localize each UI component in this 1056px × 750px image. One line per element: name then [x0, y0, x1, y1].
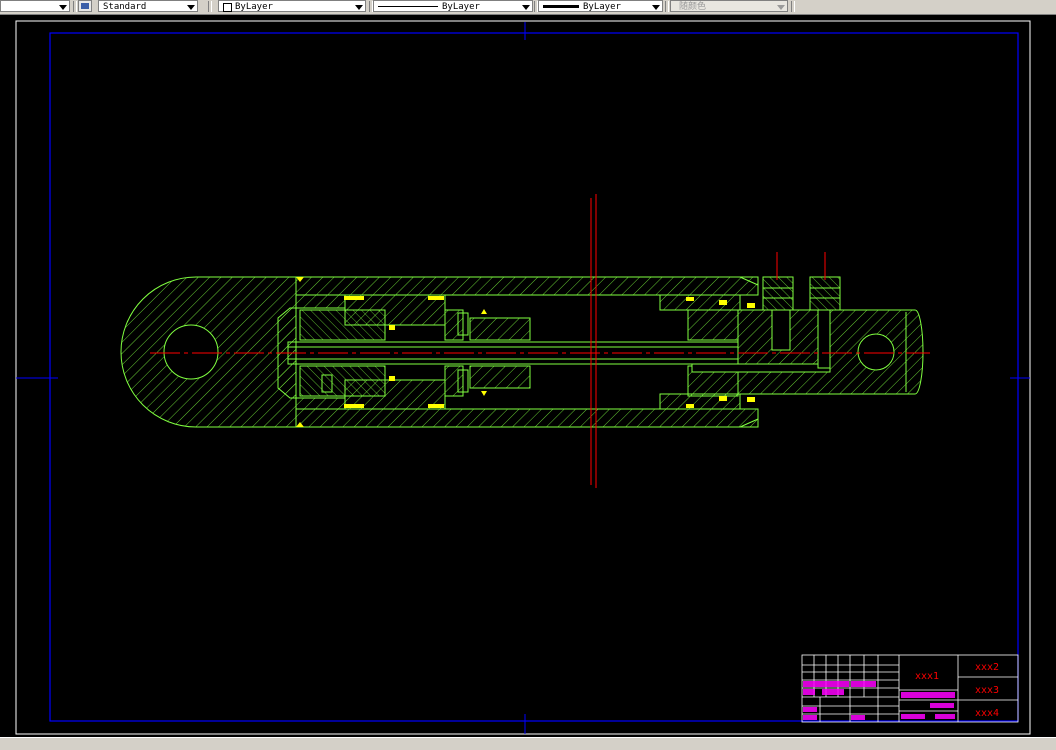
barrel-wall-bottom: [295, 408, 759, 428]
drawing-canvas[interactable]: xxx1 xxx2 xxx3 xxx4: [0, 0, 1056, 749]
title-cell-main: xxx1: [915, 671, 939, 682]
gland-bottom: [469, 365, 531, 389]
front-pin-hole: [857, 333, 895, 371]
piston-inner-top: [299, 309, 386, 341]
port-fitting-1: [762, 276, 794, 311]
front-gland-top: [659, 294, 741, 311]
port-passage-1: [771, 309, 791, 351]
title-cell-right-2: xxx3: [975, 685, 999, 696]
gland-top: [469, 317, 531, 341]
status-bar: [0, 737, 1056, 750]
title-cell-right-1: xxx2: [975, 662, 999, 673]
rear-pin-hole: [163, 324, 219, 380]
barrel-wall-top: [295, 276, 759, 296]
cylinder-assembly: [120, 276, 924, 428]
piston-inner-bottom: [299, 365, 386, 397]
title-cell-right-3: xxx4: [975, 708, 999, 719]
front-seal-top: [687, 309, 739, 341]
oil-passage: [691, 363, 831, 373]
port-fitting-2: [809, 276, 841, 311]
port-passage-2: [817, 309, 831, 369]
